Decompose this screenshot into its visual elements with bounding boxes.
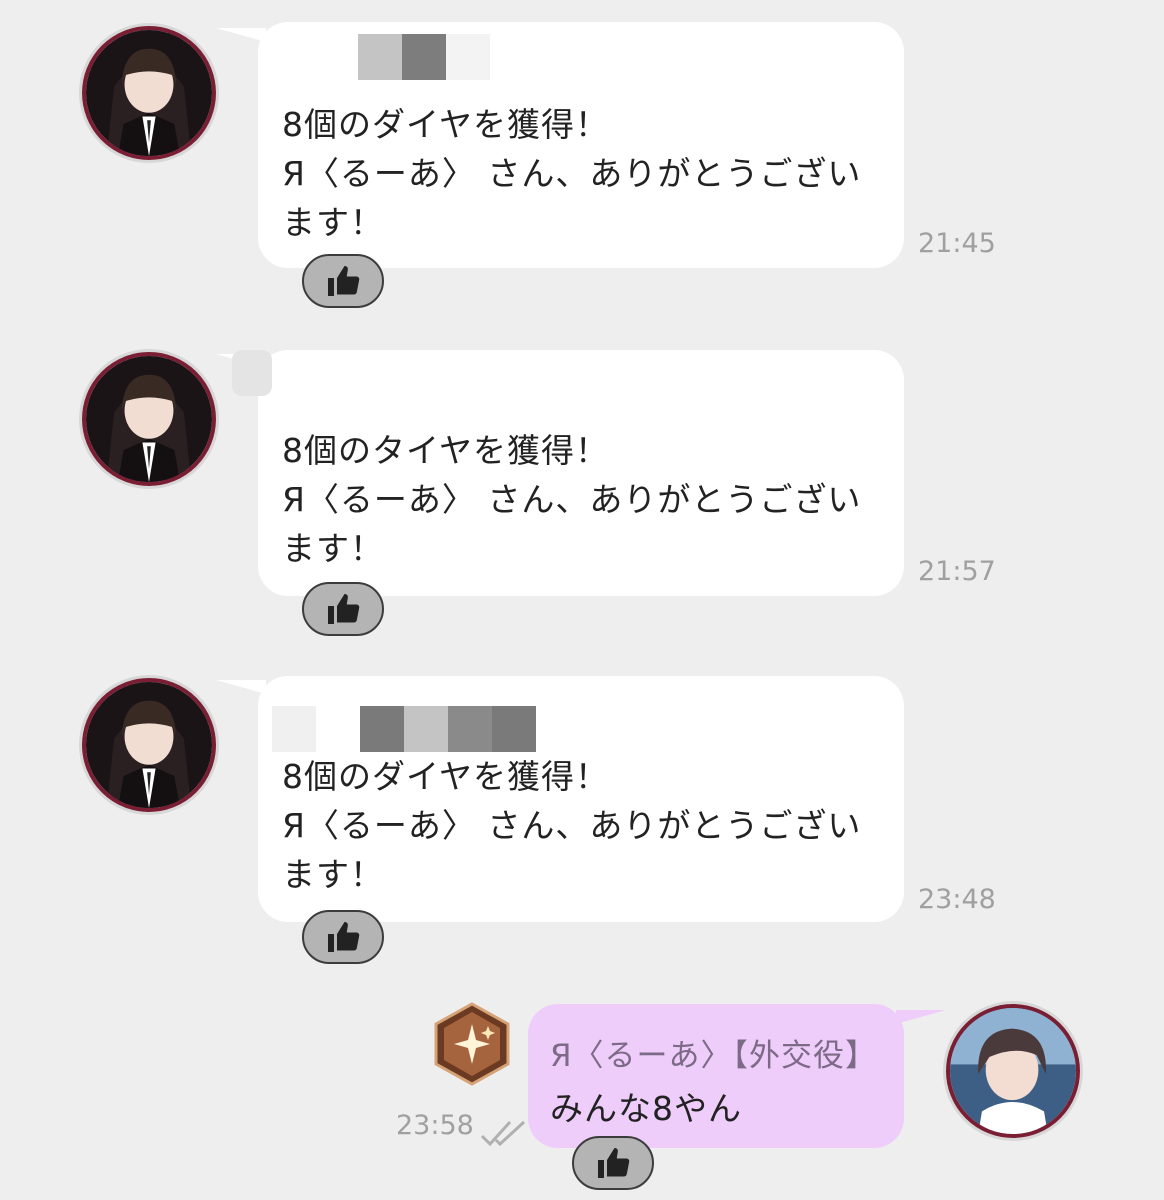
- sender-avatar[interactable]: [82, 352, 216, 486]
- my-avatar[interactable]: [946, 1004, 1080, 1138]
- message-text: 8個のタイヤを獲得！ Я〈るーあ〉 さん、ありがとうござい ます！: [282, 431, 862, 568]
- message-text: 8個のダイヤを獲得！ Я〈るーあ〉 さん、ありがとうござい ます！: [282, 105, 862, 242]
- sender-name-redacted: [232, 350, 272, 396]
- sender-name-redacted: [270, 34, 490, 80]
- sender-avatar[interactable]: [82, 678, 216, 812]
- like-button[interactable]: [302, 254, 384, 308]
- bubble-tail: [216, 680, 266, 694]
- my-message-time: 23:58: [396, 1110, 474, 1141]
- bubble-tail: [896, 1010, 946, 1024]
- message-time: 23:48: [918, 884, 996, 915]
- double-check-icon: [480, 1118, 530, 1148]
- message-time: 21:45: [918, 228, 996, 259]
- star-hexagon-badge-icon[interactable]: [432, 1002, 512, 1086]
- sender-avatar[interactable]: [82, 26, 216, 160]
- like-button[interactable]: [572, 1136, 654, 1190]
- thumbs-up-icon: [328, 922, 360, 952]
- thumbs-up-icon: [598, 1148, 630, 1178]
- like-button[interactable]: [302, 582, 384, 636]
- sender-name-redacted: [272, 706, 536, 752]
- thumbs-up-icon: [328, 594, 360, 624]
- message-text: 8個のダイヤを獲得！ Я〈るーあ〉 さん、ありがとうござい ます！: [282, 757, 862, 894]
- my-sender-name: Я〈るーあ〉【外交役】: [550, 1038, 878, 1074]
- thumbs-up-icon: [328, 266, 360, 296]
- chat-view: 8個のダイヤを獲得！ Я〈るーあ〉 さん、ありがとうござい ます！ 21:45 …: [0, 0, 1164, 1200]
- my-message-text: みんな8やん: [550, 1089, 742, 1128]
- message-time: 21:57: [918, 556, 996, 587]
- bubble-tail: [216, 28, 266, 42]
- like-button[interactable]: [302, 910, 384, 964]
